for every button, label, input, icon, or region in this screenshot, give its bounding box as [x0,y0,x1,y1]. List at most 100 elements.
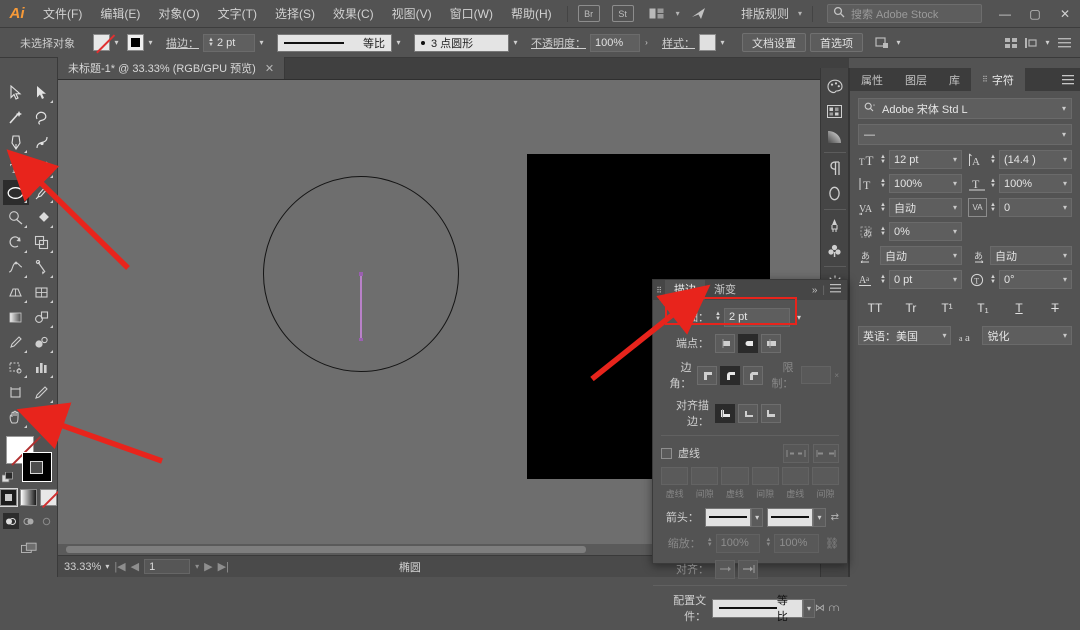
color-icon[interactable] [822,74,848,99]
extend-arrow-beyond-end-button[interactable] [715,559,735,579]
tab-properties[interactable]: 属性 [850,68,894,91]
collapse-icon[interactable]: » [812,285,818,296]
leading-chevron-down-icon[interactable]: ▾ [1063,155,1067,164]
underline-button[interactable]: T [1002,298,1036,318]
panel-menu-icon[interactable] [1054,33,1074,53]
baseline-shift-field[interactable]: 0 pt ▾ [888,270,962,289]
baseline-shift-stepper[interactable]: ▲ ▼ [880,274,886,285]
bridge-icon[interactable]: Br [577,5,600,22]
tsume-chevron-down-icon[interactable]: ▾ [953,227,957,236]
stroke-weight-chevron-down-icon[interactable]: ▾ [255,34,268,51]
perspective-grid-tool[interactable] [3,280,29,305]
stroke-weight-field[interactable]: ▲ ▼ 2 pt [203,33,255,52]
stroke-weight-stepper[interactable]: ▲ ▼ [208,37,214,48]
aki-before-field[interactable]: 自动 ▾ [880,246,962,265]
gap-field-3[interactable] [811,467,840,485]
arrow-start-chevron-down-icon[interactable]: ▾ [751,507,764,527]
direct-selection-tool[interactable] [29,80,55,105]
vertical-scale-stepper[interactable]: ▲ ▼ [880,178,886,189]
none-swatch-button[interactable] [40,489,57,506]
language-chevron-down-icon[interactable]: ▾ [942,331,946,340]
dashed-line-checkbox[interactable] [661,447,672,459]
column-graph-tool[interactable] [29,355,55,380]
pen-tool[interactable] [3,130,29,155]
gap-field-2[interactable] [751,467,779,485]
round-cap-button[interactable] [738,333,758,353]
brushes-icon[interactable] [822,213,848,238]
zoom-chevron-down-icon[interactable]: ▾ [105,562,109,571]
gap-field-1[interactable] [691,467,719,485]
hand-tool[interactable] [3,405,29,430]
font-style-select[interactable]: — ▾ [858,124,1072,145]
align-icon[interactable] [1001,33,1021,53]
font-style-chevron-down-icon[interactable]: ▾ [1062,130,1066,139]
menu-type[interactable]: 文字(T) [209,0,266,28]
transform-icon[interactable] [872,33,892,53]
window-close-button[interactable]: ✕ [1050,0,1080,28]
round-join-button[interactable] [720,365,741,385]
tab-character[interactable]: ⠿ 字符 [971,68,1025,91]
workspace-switcher[interactable]: 排版规则 [736,5,794,22]
default-fill-stroke-icon[interactable] [1,471,14,484]
kerning-field[interactable]: 自动 ▾ [888,198,962,217]
arrow-end-chevron-down-icon[interactable]: ▾ [813,507,826,527]
panel-grip-icon[interactable]: ⠿ [653,286,665,295]
document-setup-button[interactable]: 文档设置 [742,33,806,52]
anti-alias-select[interactable]: 锐化 ▾ [982,326,1072,345]
opacity-field[interactable]: 100% [590,33,640,52]
stock-search-input[interactable]: 搜索 Adobe Stock [827,4,982,23]
kerning-stepper[interactable]: ▲ ▼ [880,202,886,213]
menu-help[interactable]: 帮助(H) [502,0,561,28]
tracking-field[interactable]: 0 ▾ [998,198,1072,217]
symbols-icon[interactable] [822,238,848,263]
align-dash-icon[interactable] [813,443,839,463]
swap-fill-stroke-icon[interactable]: ⤹ [48,432,54,443]
next-page-icon[interactable]: ▶ [204,560,212,573]
curvature-tool[interactable] [29,130,55,155]
menu-edit[interactable]: 编辑(E) [91,0,149,28]
blend-tool[interactable] [29,305,55,330]
font-size-field[interactable]: 12 pt ▾ [888,150,962,169]
menu-effect[interactable]: 效果(C) [324,0,383,28]
font-family-select[interactable]: Adobe 宋体 Std L ▾ [858,98,1072,119]
gradient-swatch-button[interactable] [20,489,37,506]
baseline-shift-chevron-down-icon[interactable]: ▾ [953,275,957,284]
artboard-number-field[interactable]: 1 [144,559,191,574]
rotate-tool[interactable] [3,230,29,255]
menu-window[interactable]: 窗口(W) [441,0,502,28]
gradient-icon[interactable] [822,124,848,149]
kerning-chevron-down-icon[interactable]: ▾ [953,203,957,212]
stroke-color-swatch[interactable] [127,34,144,51]
stroke-profile-select[interactable]: 等比 [712,595,804,623]
color-swatch-button[interactable] [0,488,18,507]
arrow-scale-end-field[interactable]: 100% [774,533,820,553]
arrange-chevron-down-icon[interactable]: ▾ [672,9,684,18]
opacity-label[interactable]: 不透明度： [531,35,586,51]
last-page-icon[interactable]: ▶| [218,560,229,573]
vertical-scale-chevron-down-icon[interactable]: ▾ [953,179,957,188]
font-family-chevron-down-icon[interactable]: ▾ [1062,104,1066,113]
gradient-tool[interactable] [3,305,29,330]
eyedropper-tool[interactable] [3,330,29,355]
stroke-weight-label[interactable]: 描边： [166,35,199,51]
draw-behind-icon[interactable] [21,513,37,529]
swatches-icon[interactable] [822,99,848,124]
align-outside-stroke-button[interactable] [761,403,781,423]
subscript-button[interactable]: T₁ [966,298,1000,318]
shaper-tool[interactable] [3,205,29,230]
character-rotation-chevron-down-icon[interactable]: ▾ [1063,275,1067,284]
stroke-chevron-down-icon[interactable]: ▾ [144,34,157,51]
anti-alias-chevron-down-icon[interactable]: ▾ [1063,331,1067,340]
preferences-button[interactable]: 首选项 [810,33,863,52]
document-tab[interactable]: 未标题-1* @ 33.33% (RGB/GPU 预览) ✕ [58,57,286,79]
ellipse-tool[interactable] [2,180,29,205]
language-select[interactable]: 英语：美国 ▾ [858,326,952,345]
link-scale-icon[interactable]: ⛓ [825,537,839,550]
artboard-chevron-down-icon[interactable]: ▾ [195,562,199,571]
lasso-tool[interactable] [29,105,55,130]
arrange-documents-icon[interactable] [646,5,668,22]
dash-field-3[interactable] [781,467,809,485]
tab-layers[interactable]: 图层 [894,68,938,91]
profile-chevron-down-icon[interactable]: ▾ [803,598,815,618]
menu-select[interactable]: 选择(S) [266,0,324,28]
